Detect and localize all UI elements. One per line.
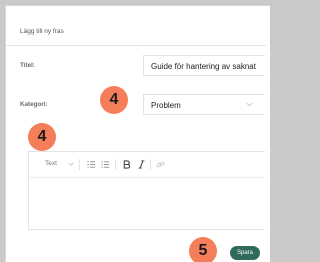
chevron-down-icon [246,102,253,107]
step-badge-category: 4 [100,86,128,114]
dialog-title: Lägg till ny fras [20,28,64,35]
category-select[interactable]: Problem [143,94,265,115]
chevron-down-icon [68,162,74,166]
add-phrase-dialog: Lägg till ny fras Titel: Guide för hante… [5,5,270,262]
rich-text-editor[interactable]: Text [28,151,265,230]
bullet-list-icon[interactable] [101,160,110,169]
bold-icon[interactable] [122,160,131,169]
toolbar-divider [115,159,116,170]
title-input[interactable]: Guide för hantering av saknat [143,55,265,76]
title-label: Titel: [20,62,35,69]
format-select[interactable]: Text [45,160,57,167]
category-value: Problem [151,101,181,110]
editor-toolbar: Text [29,152,265,178]
step-badge-save: 5 [189,237,217,262]
step-badge-editor: 4 [28,123,56,151]
header-divider [6,45,266,46]
toolbar-divider [150,159,151,170]
link-icon[interactable] [156,160,165,169]
category-label: Kategori: [20,101,48,108]
toolbar-divider [79,159,80,170]
ordered-list-icon[interactable] [87,160,96,169]
save-button[interactable]: Spara [230,246,260,260]
italic-icon[interactable] [137,160,146,169]
